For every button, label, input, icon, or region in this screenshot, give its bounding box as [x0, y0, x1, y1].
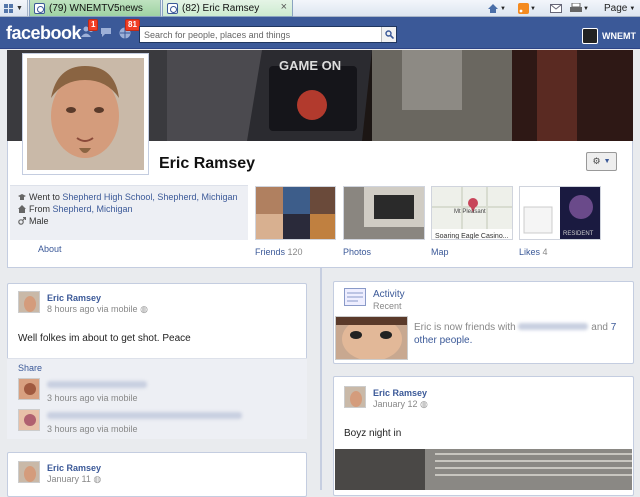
friends-app-thumbnail[interactable] — [255, 186, 336, 240]
map-image: Mt Pleasant Soaring Eagle Casino... — [432, 187, 512, 240]
feeds-button[interactable]: ▼ — [518, 0, 536, 17]
search-icon — [384, 30, 394, 39]
tab-title: (82) Eric Ramsey — [182, 2, 260, 14]
user-name-label: WNEMT — [602, 31, 636, 41]
notifications-badge: 81 — [125, 19, 140, 31]
activity-icon — [344, 288, 366, 309]
post-text: Boyz night in — [344, 428, 402, 439]
cover-shirt-text: GAME ON — [279, 58, 341, 73]
friends-grid-image — [256, 187, 335, 239]
facebook-favicon-icon — [34, 2, 45, 14]
info-education: Went to Shepherd High School, Shepherd, … — [18, 192, 237, 202]
post-timestamp[interactable]: January 11 ◍ — [47, 474, 101, 485]
info-gender: Male — [18, 216, 49, 226]
likes-image: RESIDENT — [523, 187, 600, 239]
info-hometown: From Shepherd, Michigan — [18, 204, 133, 214]
close-tab-icon[interactable]: × — [281, 1, 287, 13]
likes-thumb-text: RESIDENT — [563, 231, 594, 237]
chevron-down-icon: ▼ — [603, 158, 611, 165]
chevron-down-icon: ▼ — [16, 5, 23, 12]
user-profile-link[interactable]: WNEMT — [582, 28, 636, 44]
share-timestamp[interactable]: 3 hours ago via mobile — [47, 393, 138, 403]
house-icon — [18, 205, 26, 213]
other-people-link[interactable]: other people. — [414, 335, 472, 346]
post-timestamp[interactable]: 8 hours ago via mobile ◍ — [47, 304, 148, 315]
rss-icon — [518, 3, 529, 14]
profile-photo-image — [27, 58, 144, 170]
post-author-name[interactable]: Eric Ramsey — [47, 293, 101, 303]
profile-picture[interactable] — [22, 53, 149, 175]
quick-tabs-icon — [4, 3, 14, 13]
search-button[interactable] — [381, 27, 396, 42]
redacted-comment — [47, 412, 242, 419]
about-link[interactable]: About — [38, 244, 62, 254]
friends-app-label[interactable]: Friends 120 — [255, 247, 303, 257]
post-author-avatar[interactable] — [344, 386, 366, 408]
share-avatar[interactable] — [18, 378, 40, 400]
likes-app-thumbnail[interactable]: RESIDENT — [519, 186, 601, 240]
activity-subtitle: Recent — [373, 301, 402, 311]
map-place-label: Mt Pleasant — [454, 209, 486, 215]
facebook-top-bar: facebook 1 81 WNEMT — [0, 17, 640, 49]
tab-list-button[interactable]: ▼ — [0, 0, 28, 17]
friend-requests-badge: 1 — [88, 19, 99, 31]
share-label[interactable]: Share — [18, 363, 42, 373]
globe-icon: ◍ — [140, 304, 148, 314]
education-link[interactable]: Shepherd High School, Shepherd, Michigan — [62, 192, 237, 202]
male-symbol-icon — [18, 216, 27, 225]
likes-app-label[interactable]: Likes 4 — [519, 247, 548, 257]
map-app-label[interactable]: Map — [431, 247, 449, 257]
globe-icon: ◍ — [420, 399, 428, 409]
printer-icon — [570, 3, 582, 12]
facebook-favicon-icon — [167, 2, 178, 14]
browser-tab-wnem[interactable]: (79) WNEMTV5news — [29, 0, 161, 17]
activity-photo[interactable] — [335, 316, 408, 360]
messages-icon — [101, 28, 111, 37]
browser-tab-strip: ▼ (79) WNEMTV5news (82) Eric Ramsey × ▼ … — [0, 0, 640, 17]
photos-app-label[interactable]: Photos — [343, 247, 371, 257]
post-photo[interactable] — [335, 449, 632, 490]
search-input[interactable] — [139, 26, 397, 43]
browser-tab-eric-ramsey[interactable]: (82) Eric Ramsey × — [162, 0, 293, 17]
post-author-avatar[interactable] — [18, 461, 40, 483]
timeline-spine — [320, 268, 322, 490]
mail-icon — [550, 4, 562, 13]
messages-jewel[interactable] — [100, 25, 114, 39]
photos-image — [344, 187, 424, 239]
activity-title[interactable]: Activity — [373, 289, 405, 300]
post-author-name[interactable]: Eric Ramsey — [47, 463, 101, 473]
gear-icon: ⚙ — [592, 156, 601, 166]
graduation-cap-icon — [18, 193, 26, 201]
tab-title: (79) WNEMTV5news — [49, 2, 143, 14]
page-menu[interactable]: Page ▼ — [604, 0, 635, 17]
map-app-thumbnail[interactable]: Mt Pleasant Soaring Eagle Casino... — [431, 186, 513, 240]
share-timestamp[interactable]: 3 hours ago via mobile — [47, 424, 138, 434]
user-avatar — [582, 28, 598, 44]
friend-requests-jewel[interactable]: 1 — [81, 19, 99, 39]
post-author-name[interactable]: Eric Ramsey — [373, 388, 427, 398]
profile-options-button[interactable]: ⚙ ▼ — [586, 152, 617, 171]
print-button[interactable]: ▼ — [570, 0, 589, 17]
notifications-jewel[interactable]: 81 — [118, 19, 140, 39]
globe-icon: ◍ — [93, 474, 102, 484]
redacted-name — [518, 323, 589, 330]
profile-name[interactable]: Eric Ramsey — [159, 155, 255, 173]
redacted-name — [47, 381, 147, 388]
page-menu-label: Page — [604, 3, 628, 14]
hometown-link[interactable]: Shepherd, Michigan — [53, 204, 133, 214]
mail-button[interactable] — [550, 0, 562, 17]
post-author-avatar[interactable] — [18, 291, 40, 313]
activity-text: Eric is now friends with and 7 other peo… — [414, 322, 617, 346]
post-text: Well folkes im about to get shot. Peace — [18, 333, 191, 344]
photos-app-thumbnail[interactable] — [343, 186, 425, 240]
map-caption: Soaring Eagle Casino... — [435, 233, 509, 240]
share-avatar[interactable] — [18, 409, 40, 431]
home-icon — [488, 4, 498, 13]
home-button[interactable]: ▼ — [487, 0, 506, 17]
post-timestamp[interactable]: January 12 ◍ — [373, 399, 428, 410]
facebook-logo[interactable]: facebook — [6, 23, 82, 44]
